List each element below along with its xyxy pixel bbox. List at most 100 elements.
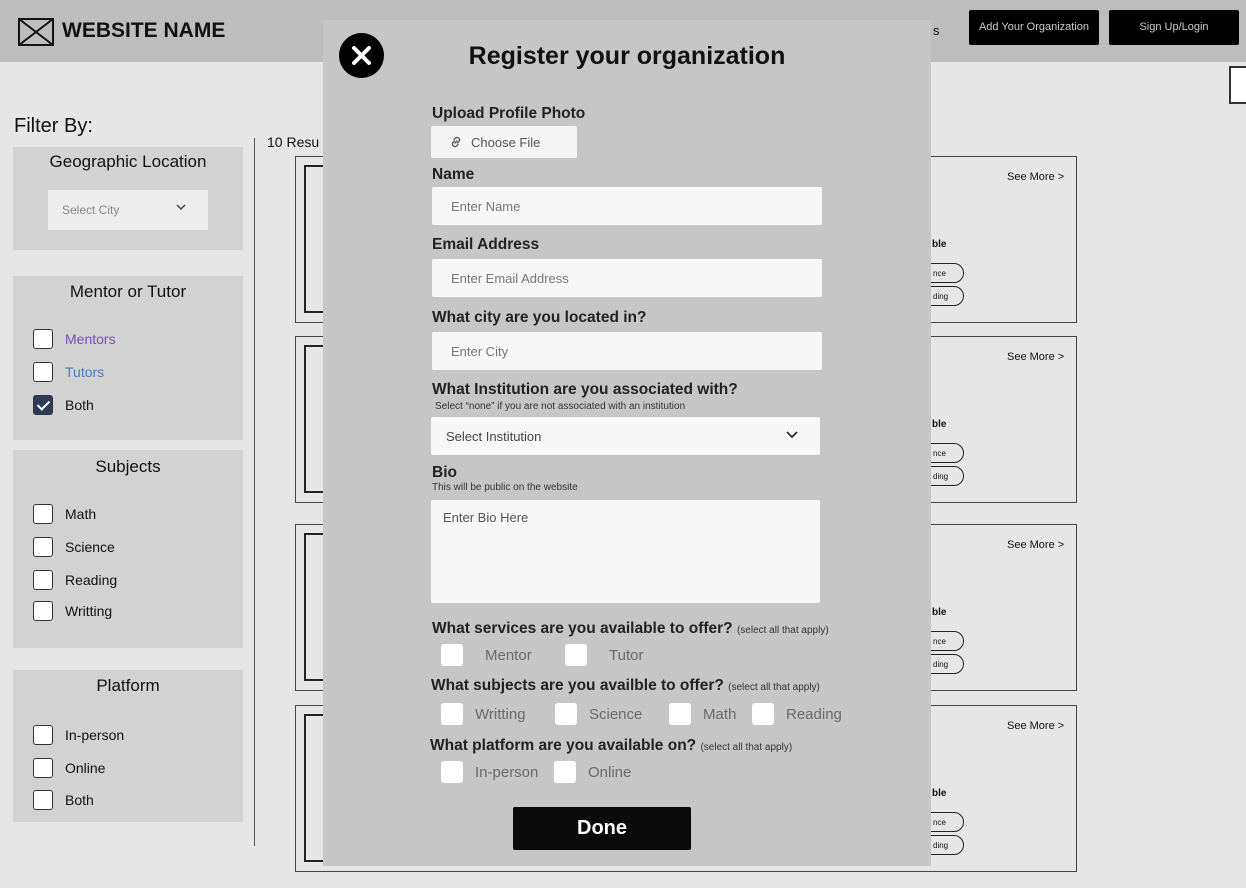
filter-both-label: Both	[65, 397, 94, 413]
option-label: Math	[703, 705, 737, 723]
upload-photo-label: Upload Profile Photo	[432, 105, 586, 122]
see-more-link[interactable]: See More >	[1007, 539, 1064, 551]
bio-label: Bio	[432, 464, 457, 481]
institution-select[interactable]: Select Institution	[431, 417, 820, 455]
checkbox[interactable]	[33, 329, 53, 349]
modal-title: Register your organization	[468, 42, 786, 70]
subject-option[interactable]: Reading	[752, 703, 842, 725]
filter-subject[interactable]: Science	[33, 537, 115, 557]
platform-option[interactable]: Online	[554, 761, 631, 783]
checkbox[interactable]	[33, 758, 53, 778]
see-more-link[interactable]: See More >	[1007, 720, 1064, 732]
signup-login-button[interactable]: Sign Up/Login	[1109, 10, 1239, 45]
filter-subject-label: Math	[65, 506, 97, 522]
option-label: In-person	[475, 763, 539, 781]
name-input[interactable]	[432, 187, 822, 225]
platform-option[interactable]: In-person	[441, 761, 538, 783]
checkbox-checked[interactable]	[33, 395, 53, 415]
institution-label: What Institution are you associated with…	[432, 381, 738, 398]
checkbox[interactable]	[33, 570, 53, 590]
option-label: Tutor	[609, 646, 644, 664]
filter-platform-label: Both	[65, 792, 94, 808]
platform-label: What platform are you available on?	[430, 737, 697, 754]
checkbox[interactable]	[33, 537, 53, 557]
subject-option[interactable]: Math	[669, 703, 736, 725]
checkbox[interactable]	[33, 362, 53, 382]
edge-button[interactable]	[1229, 66, 1246, 104]
bio-textarea[interactable]	[431, 500, 820, 603]
checkbox[interactable]	[33, 504, 53, 524]
filter-platform[interactable]: Online	[33, 758, 105, 778]
subject-option[interactable]: Science	[555, 703, 642, 725]
checkbox[interactable]	[441, 761, 463, 783]
platform-hint: (select all that apply)	[700, 742, 793, 753]
subjects-question: What subjects are you availble to offer?…	[431, 677, 820, 695]
card-label: ble	[932, 419, 947, 430]
logo-image-placeholder-icon[interactable]	[18, 18, 54, 46]
platform-filter-title: Platform	[96, 676, 160, 695]
filter-subject-label: Reading	[65, 572, 118, 588]
subject-option[interactable]: Writting	[441, 703, 526, 725]
link-icon	[451, 136, 461, 148]
results-count: 10 Resu	[267, 134, 320, 150]
filter-mentors-label: Mentors	[65, 331, 116, 347]
bio-hint: This will be public on the website	[432, 482, 578, 493]
filter-subject[interactable]: Writting	[33, 601, 112, 621]
chevron-down-icon	[786, 431, 798, 439]
city-input[interactable]	[432, 332, 822, 370]
filter-tutors-label: Tutors	[65, 364, 105, 380]
services-question: What services are you available to offer…	[432, 620, 829, 638]
checkbox[interactable]	[33, 601, 53, 621]
service-option-mentor[interactable]: Mentor	[441, 644, 532, 666]
nav-link-fragment[interactable]: s	[933, 23, 940, 38]
institution-hint: Select “none” if you are not associated …	[435, 401, 686, 412]
option-label: Science	[589, 705, 643, 723]
choose-file-label: Choose File	[471, 134, 541, 150]
filter-platform[interactable]: Both	[33, 790, 94, 810]
option-label: Online	[588, 763, 632, 781]
filter-platform[interactable]: In-person	[33, 725, 124, 745]
services-label: What services are you available to offer…	[432, 620, 733, 637]
filter-subject[interactable]: Math	[33, 504, 96, 524]
option-label: Reading	[786, 705, 842, 723]
filter-both[interactable]: Both	[33, 395, 94, 415]
done-button[interactable]: Done	[513, 807, 691, 850]
checkbox[interactable]	[555, 703, 577, 725]
see-more-link[interactable]: See More >	[1007, 171, 1064, 183]
checkbox[interactable]	[441, 644, 463, 666]
see-more-link[interactable]: See More >	[1007, 351, 1064, 363]
subjects-hint: (select all that apply)	[728, 682, 820, 693]
divider	[254, 138, 255, 846]
choose-file-button[interactable]: Choose File	[431, 126, 577, 158]
chevron-down-icon	[176, 204, 186, 211]
filter-subject-label: Writting	[65, 603, 113, 619]
mentor-tutor-filter-title: Mentor or Tutor	[69, 282, 187, 301]
service-option-tutor[interactable]: Tutor	[565, 644, 643, 666]
filter-tutors[interactable]: Tutors	[33, 362, 104, 382]
filter-platform-label: In-person	[65, 727, 125, 743]
services-hint: (select all that apply)	[736, 625, 829, 636]
filter-subject[interactable]: Reading	[33, 570, 117, 590]
city-label: What city are you located in?	[432, 309, 647, 326]
checkbox[interactable]	[33, 790, 53, 810]
email-input[interactable]	[432, 259, 822, 297]
checkbox[interactable]	[554, 761, 576, 783]
platform-filter-panel: Platform In-person Online Both	[13, 670, 243, 822]
checkbox[interactable]	[669, 703, 691, 725]
checkbox[interactable]	[33, 725, 53, 745]
subjects-filter-title: Subjects	[95, 457, 161, 476]
checkbox[interactable]	[752, 703, 774, 725]
city-select[interactable]: Select City	[48, 190, 208, 230]
filter-mentors[interactable]: Mentors	[33, 329, 116, 349]
location-filter-title: Geographic Location	[49, 152, 207, 171]
platform-question: What platform are you available on? (sel…	[430, 737, 792, 755]
checkbox[interactable]	[441, 703, 463, 725]
checkbox[interactable]	[565, 644, 587, 666]
register-organization-modal: Register your organization Upload Profil…	[323, 20, 931, 866]
site-name[interactable]: WEBSITE NAME	[62, 19, 225, 43]
filter-title: Filter By:	[14, 115, 93, 137]
location-filter-panel: Geographic Location Select City	[13, 147, 243, 250]
subjects-filter-panel: Subjects Math Science Reading Writting	[13, 450, 243, 648]
add-organization-button[interactable]: Add Your Organization	[969, 10, 1099, 45]
name-label: Name	[432, 166, 475, 183]
